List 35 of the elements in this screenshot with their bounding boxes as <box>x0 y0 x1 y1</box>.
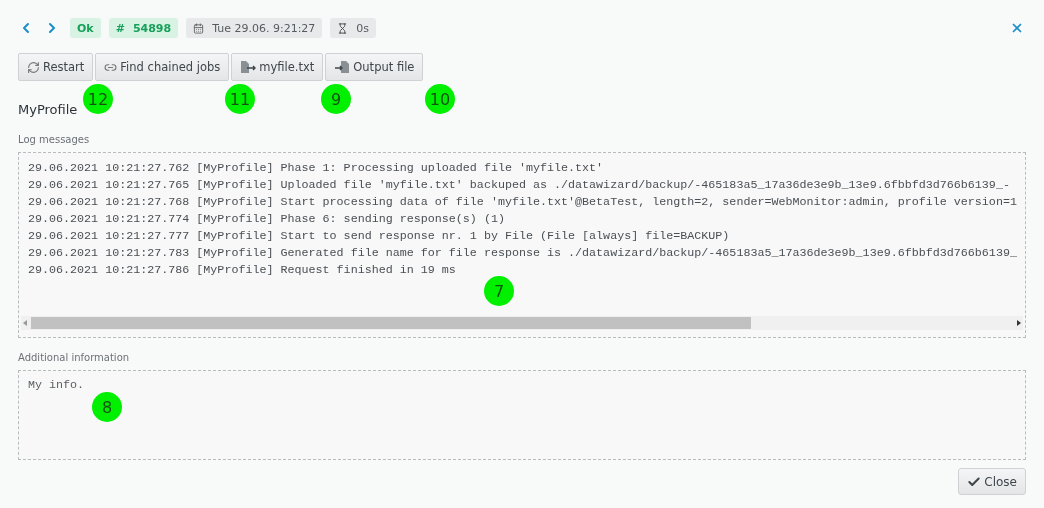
scroll-left-icon[interactable] <box>21 319 29 327</box>
arrow-file-icon <box>334 60 351 74</box>
number-marker: 11 <box>225 84 255 114</box>
number-marker: 12 <box>83 84 113 114</box>
hourglass-icon <box>337 22 349 34</box>
log-line: 29.06.2021 10:21:27.786 [MyProfile] Request finished in 19 ms <box>28 262 456 279</box>
log-line: 29.06.2021 10:21:27.783 [MyProfile] Generated file name for file response is ./datawizard/backup/-465183a5_17a36de3e9b_13e9.6fbbfd3d766b6139_ <box>28 245 1017 262</box>
close-icon[interactable] <box>1010 21 1024 35</box>
field-label: Log messages <box>18 134 91 147</box>
toolbar-button[interactable]: Find chained jobs <box>95 53 230 81</box>
number-marker: 9 <box>321 84 351 114</box>
badge-text: 0s <box>356 21 370 35</box>
badge-text: 54898 <box>132 21 172 35</box>
log-line: 29.06.2021 10:21:27.777 [MyProfile] Start to send response nr. 1 by File (File [always] file=BACKUP) <box>28 228 730 245</box>
calendar-icon <box>193 22 205 34</box>
check-icon <box>967 474 982 489</box>
log-line: 29.06.2021 10:21:27.765 [MyProfile] Uploaded file 'myfile.txt' backuped as ./datawizard/backup/-465183a5_17a36de3e9b_13e9.6fbbfd3d766b6139_- <box>28 177 1010 194</box>
toolbar-button[interactable]: myfile.txt <box>231 53 324 81</box>
log-line: 29.06.2021 10:21:27.762 [MyProfile] Phase 1: Processing uploaded file 'myfile.txt' <box>28 160 604 177</box>
scroll-right-icon[interactable] <box>1015 319 1023 327</box>
toolbar-button[interactable]: Output file <box>325 53 424 81</box>
file-arrow-icon <box>240 60 257 74</box>
toolbar-button[interactable]: Restart <box>18 53 94 81</box>
scrollbar-thumb[interactable] <box>31 317 751 329</box>
profile-title: MyProfile <box>18 102 79 119</box>
log-line: 29.06.2021 10:21:27.774 [MyProfile] Phase 6: sending response(s) (1) <box>28 211 505 228</box>
close-button[interactable]: Close <box>958 468 1026 495</box>
badge-text: Ok <box>77 21 94 35</box>
badge-text: Tue 29.06. 9:21:27 <box>212 21 316 35</box>
number-marker: 10 <box>425 84 455 114</box>
log-line: 29.06.2021 10:21:27.768 [MyProfile] Start processing data of file 'myfile.txt'@BetaTest, length=2, sender=WebMonitor:admin, profile version=1 <box>28 194 1017 211</box>
hash-sign: # <box>115 21 125 35</box>
refresh-icon <box>27 60 40 74</box>
field-label: Additional information <box>18 352 131 365</box>
horizontal-scrollbar[interactable] <box>21 316 1023 330</box>
